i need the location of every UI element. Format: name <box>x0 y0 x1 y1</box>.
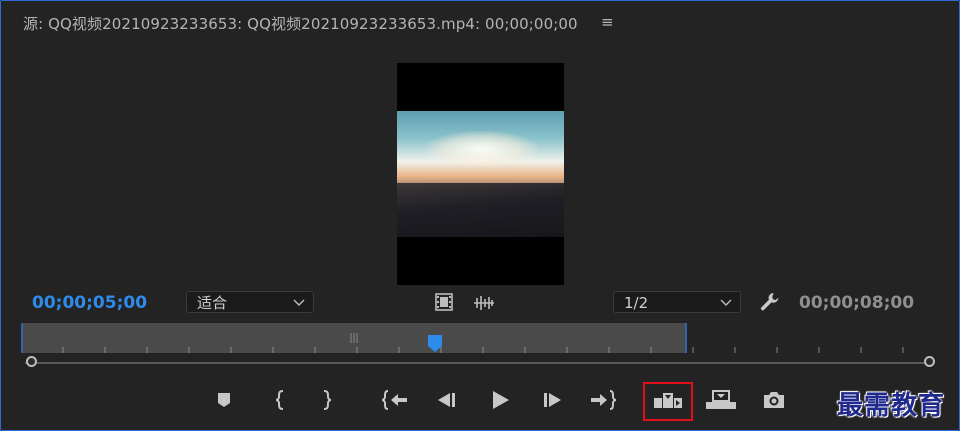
hamburger-menu-icon[interactable]: ≡ <box>601 13 614 31</box>
go-to-in-icon[interactable] <box>382 388 408 412</box>
export-frame-icon[interactable] <box>760 388 788 412</box>
drag-audio-only-icon[interactable] <box>473 295 495 314</box>
ground <box>397 183 564 237</box>
step-forward-icon[interactable] <box>539 388 565 412</box>
resolution-select[interactable]: 1/2 <box>613 291 741 313</box>
watermark: 最需教育 <box>837 391 946 421</box>
zoom-scrollbar-left-handle[interactable] <box>26 356 37 367</box>
zoom-scrollbar-right-handle[interactable] <box>924 356 935 367</box>
zoom-scrollbar[interactable] <box>25 362 931 364</box>
chevron-down-icon <box>293 292 305 321</box>
video-preview <box>397 63 564 285</box>
settings-wrench-icon[interactable] <box>759 291 781 317</box>
chevron-down-icon <box>720 292 732 321</box>
go-to-out-icon[interactable] <box>590 388 616 412</box>
insert-button-highlight <box>643 382 693 421</box>
panel-title[interactable]: 源: QQ视频20210923233653: QQ视频2021092323365… <box>23 13 578 34</box>
resolution-select-value: 1/2 <box>624 294 649 312</box>
playhead[interactable] <box>427 334 443 358</box>
step-back-icon[interactable] <box>434 388 460 412</box>
time-ruler[interactable] <box>21 323 936 353</box>
drag-video-only-icon[interactable] <box>435 293 453 315</box>
play-icon[interactable] <box>487 388 513 412</box>
overwrite-icon[interactable] <box>705 388 737 412</box>
video-frame <box>397 111 564 237</box>
current-timecode[interactable]: 00;00;05;00 <box>32 293 147 313</box>
duration-timecode: 00;00;08;00 <box>799 293 915 313</box>
mark-out-icon[interactable] <box>314 388 340 412</box>
zoom-select-value: 适合 <box>197 294 228 312</box>
mark-in-icon[interactable] <box>267 388 293 412</box>
add-marker-icon[interactable] <box>211 388 237 412</box>
zoom-select[interactable]: 适合 <box>186 291 314 313</box>
sun-glow <box>427 131 537 167</box>
source-monitor-panel: 源: QQ视频20210923233653: QQ视频2021092323365… <box>0 0 960 431</box>
